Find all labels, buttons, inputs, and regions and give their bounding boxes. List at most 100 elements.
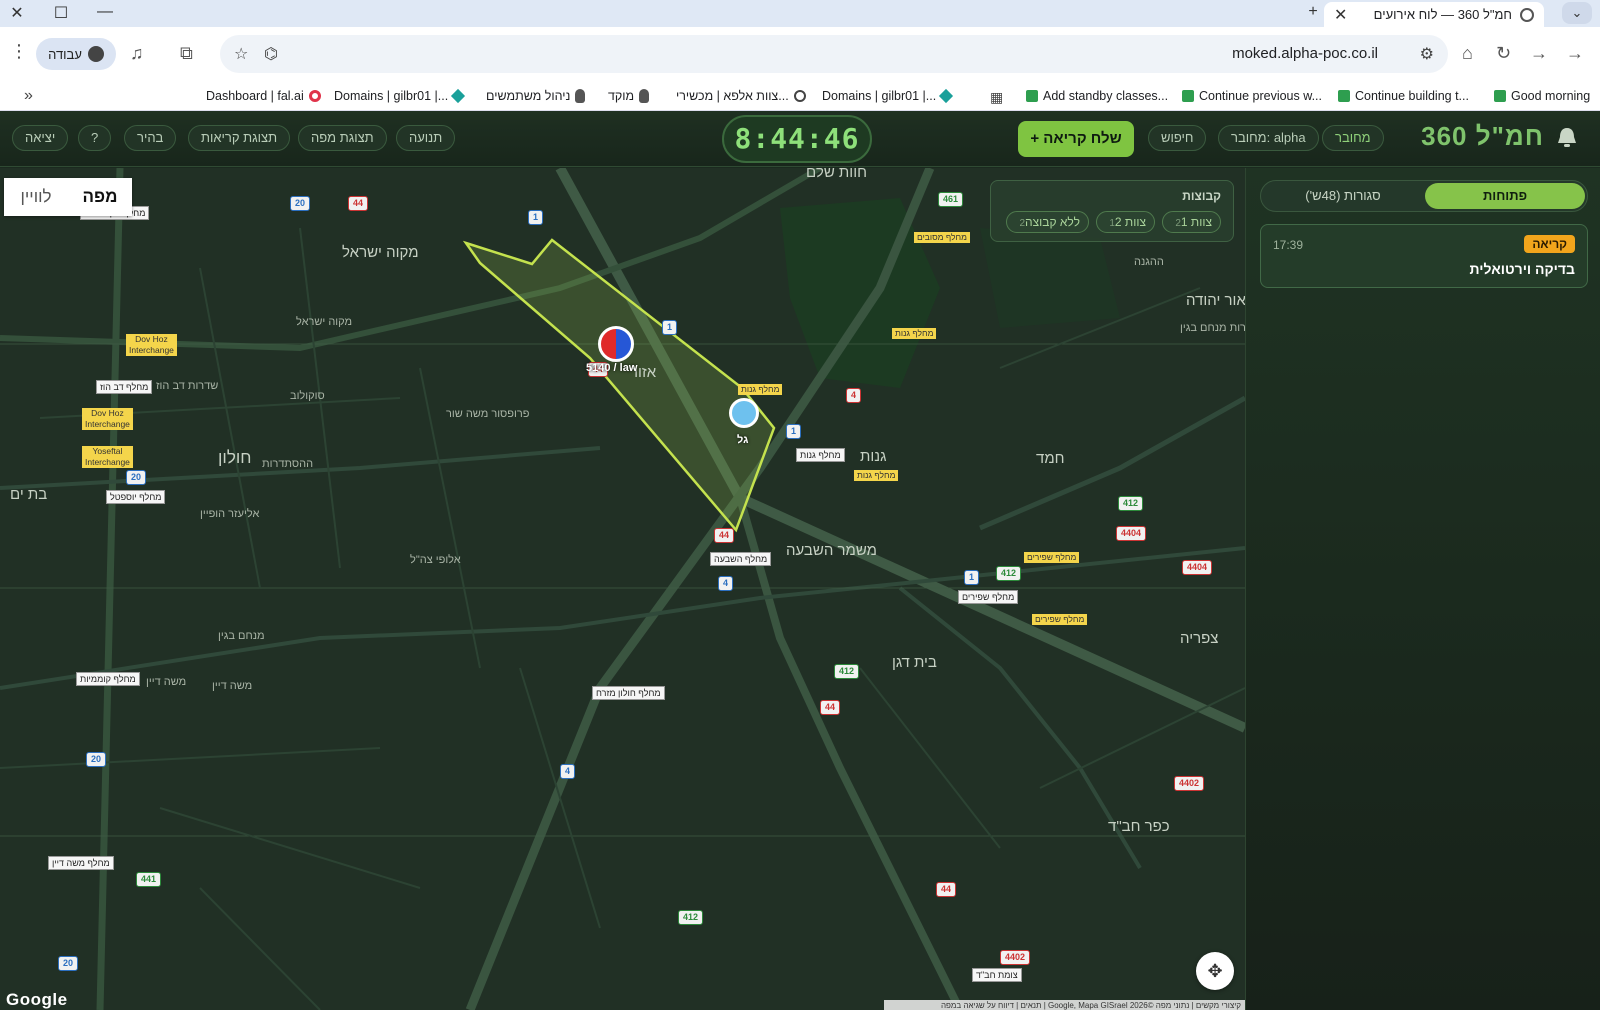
google-logo: Google xyxy=(6,990,68,1009)
call-type-badge: קריאה xyxy=(1524,235,1575,253)
groups-panel: קבוצות 2צוות 1 1צוות 2 2ללא קבוצה xyxy=(990,180,1234,242)
map-attribution[interactable]: קיצורי מקשים | נתוני מפה ©2026 Google, M… xyxy=(884,1000,1245,1010)
interchange-label: מחלף גנות xyxy=(796,448,845,462)
bookmark-item[interactable]: Good morning xyxy=(1494,89,1590,103)
interchange-label: מחלף משה דיין xyxy=(48,856,114,870)
check-icon xyxy=(1182,90,1194,102)
new-tab-icon[interactable]: + xyxy=(1302,3,1324,21)
clock-display: 8:44:46 xyxy=(722,115,872,163)
bookmark-item[interactable]: Dashboard | fal.ai xyxy=(206,89,321,103)
profile-label: עבודה xyxy=(48,46,82,62)
globe-icon xyxy=(1520,7,1534,22)
road-shield: 4404 xyxy=(1116,526,1147,541)
menu-dots-icon[interactable]: ⋮ xyxy=(10,41,28,62)
map-toggle-button[interactable]: מפה xyxy=(68,178,132,216)
send-call-button[interactable]: + שלח קריאה xyxy=(1018,121,1134,157)
road-shield: 44 xyxy=(936,882,957,897)
connected-user-badge: מחובר: alpha xyxy=(1218,125,1319,151)
interchange-label: מחלף שפירים xyxy=(958,590,1019,604)
map-view-button[interactable]: תצוגת מפה xyxy=(298,125,387,151)
gal-marker-label: גל xyxy=(737,434,749,446)
road-shield: 4 xyxy=(560,764,576,779)
interchange-label: מחלף גנות xyxy=(854,470,899,481)
forward-icon[interactable]: → xyxy=(1530,43,1548,64)
help-button[interactable]: ? xyxy=(78,125,112,151)
extensions-icon[interactable]: ⧉ xyxy=(180,43,193,64)
street-label: ההסתדרות xyxy=(262,458,314,470)
street-label: ההגנה xyxy=(1134,256,1164,268)
interchange-label: Dov Hoz Interchange xyxy=(82,408,133,430)
interchange-label: מחלף גנות xyxy=(738,384,783,395)
address-bar[interactable]: ☆ ⌬ moked.alpha-poc.co.il ⚙ xyxy=(220,35,1448,73)
close-window-icon[interactable]: ✕ xyxy=(6,3,28,23)
recenter-icon: ✥ xyxy=(1207,961,1223,981)
search-button[interactable]: חיפוש xyxy=(1148,125,1207,151)
bookmark-item[interactable]: Continue previous w... xyxy=(1182,89,1322,103)
minimize-window-icon[interactable]: — xyxy=(94,3,116,21)
bookmark-item[interactable]: מוקד xyxy=(608,89,650,103)
interchange-label: Yoseftal Interchange xyxy=(82,446,133,468)
road-shield: 4 xyxy=(846,388,862,403)
calls-status-tabs: פתוחות סגורות (48ש') xyxy=(1260,180,1588,212)
gal-marker[interactable] xyxy=(729,398,759,428)
bookmark-item[interactable]: Continue building t... xyxy=(1338,89,1469,103)
map-canvas[interactable]: מקוה ישראל חולון גנות חמד משמר השבעה בית… xyxy=(0,168,1245,1010)
bright-theme-button[interactable]: בהיר xyxy=(124,125,177,151)
bookmark-item[interactable]: צוות אלפא | מכשירי... xyxy=(676,89,806,103)
satellite-toggle-button[interactable]: לוויין xyxy=(4,178,68,216)
road-shield: 44 xyxy=(820,700,841,715)
tab-open[interactable]: פתוחות xyxy=(1425,183,1585,209)
media-icon[interactable]: ♫ xyxy=(130,43,144,64)
tab-search-icon[interactable]: ⌄ xyxy=(1562,2,1592,24)
bookmarks-overflow-icon[interactable]: » xyxy=(24,87,33,105)
interchange-label: צומת חב"ד xyxy=(972,968,1022,982)
road-shield: 20 xyxy=(126,470,147,485)
site-settings-icon[interactable]: ⚙ xyxy=(1420,44,1434,64)
brand-title: חמ"ל 360 xyxy=(1421,121,1544,151)
connection-status-badge: מחובר xyxy=(1322,125,1384,151)
call-card[interactable]: קריאה 17:39 בדיקה וירטואלית xyxy=(1260,224,1588,288)
bookmark-item[interactable]: Domains | gilbr01 |... xyxy=(334,88,466,104)
unit-marker[interactable] xyxy=(598,326,634,362)
star-icon[interactable]: ☆ xyxy=(234,44,248,64)
call-time: 17:39 xyxy=(1273,238,1304,252)
reload-icon[interactable]: ↻ xyxy=(1496,43,1511,64)
maximize-window-icon[interactable]: ☐ xyxy=(50,3,72,23)
globe-icon xyxy=(793,90,806,102)
interchange-label: מחלף שפירים xyxy=(1024,552,1080,563)
apps-grid-icon[interactable]: ▦ xyxy=(990,89,1003,106)
place-label: בית דגן xyxy=(892,654,937,671)
home-icon[interactable]: ⌂ xyxy=(1462,43,1473,64)
road-shield: 20 xyxy=(86,752,107,767)
street-label: שדרות מנחם בגין xyxy=(1180,322,1245,334)
check-icon xyxy=(1026,90,1038,102)
browser-tab[interactable]: חמ"ל 360 — לוח אירועים ✕ xyxy=(1324,2,1544,27)
interchange-label: מחלף מסובים xyxy=(914,232,970,243)
profile-button[interactable]: עבודה xyxy=(36,38,116,70)
url-text[interactable]: moked.alpha-poc.co.il xyxy=(1232,45,1378,62)
exit-button[interactable]: יציאה xyxy=(12,125,69,151)
close-tab-icon[interactable]: ✕ xyxy=(1334,5,1347,25)
recenter-button[interactable]: ✥ xyxy=(1196,952,1234,990)
back-icon[interactable]: → xyxy=(1566,43,1584,64)
tab-closed[interactable]: סגורות (48ש') xyxy=(1263,183,1423,209)
street-label: אליעזר הופיין xyxy=(200,508,260,520)
incognito-icon[interactable]: ⌬ xyxy=(264,44,278,64)
place-label: משמר השבעה xyxy=(786,542,877,559)
bookmark-item[interactable]: Domains | gilbr01 |... xyxy=(822,88,954,104)
street-label: שדרות דב הוז xyxy=(156,380,219,392)
unit-marker-label: 5140 / law xyxy=(586,362,638,374)
road-shield: 4 xyxy=(718,576,734,591)
interchange-label: מחלף יוספטל xyxy=(106,490,166,504)
movement-button[interactable]: תנועה xyxy=(396,125,456,151)
road-shield: 1 xyxy=(528,210,544,225)
place-label: אור יהודה xyxy=(1186,292,1245,309)
calls-view-button[interactable]: תצוגת קריאות xyxy=(188,125,291,151)
bookmark-item[interactable]: ניהול משתמשים xyxy=(486,89,586,103)
check-icon xyxy=(1494,90,1506,102)
group-chip[interactable]: 1צוות 2 xyxy=(1096,211,1155,233)
group-chip[interactable]: 2ללא קבוצה xyxy=(1006,211,1089,233)
group-chip[interactable]: 2צוות 1 xyxy=(1162,211,1221,233)
pin-icon xyxy=(575,89,586,103)
bookmark-item[interactable]: Add standby classes... xyxy=(1026,89,1168,103)
